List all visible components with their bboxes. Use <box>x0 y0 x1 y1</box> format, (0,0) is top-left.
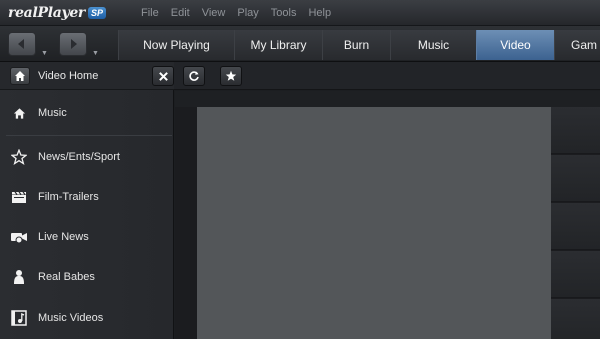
music-video-icon <box>10 309 28 327</box>
refresh-button[interactable] <box>183 66 205 86</box>
forward-button[interactable] <box>59 32 87 56</box>
logo-text: realPlayer <box>8 5 86 21</box>
menu-play[interactable]: Play <box>237 7 258 19</box>
sidebar-item-label: Live News <box>38 231 89 243</box>
sidebar-item-label: Film-Trailers <box>38 191 99 203</box>
logo-badge: SP <box>88 7 107 19</box>
sidebar-item-music[interactable]: Music <box>0 93 174 133</box>
menu-tools[interactable]: Tools <box>271 7 297 19</box>
tab-my-library[interactable]: My Library <box>234 30 322 60</box>
content-top-strip <box>175 91 600 107</box>
home-icon <box>10 104 28 122</box>
sidebar-item-label: Music <box>38 107 67 119</box>
sidebar-item-label: News/Ents/Sport <box>38 151 120 163</box>
clapperboard-icon <box>10 188 28 206</box>
video-home-row[interactable]: Video Home <box>0 62 174 90</box>
forward-arrow-icon <box>71 39 77 49</box>
sidebar-item-film-trailers[interactable]: Film-Trailers <box>0 177 174 217</box>
sidebar-item-label: Real Babes <box>38 271 95 283</box>
star-icon <box>225 70 237 81</box>
list-item[interactable] <box>551 299 600 339</box>
menu-edit[interactable]: Edit <box>171 7 190 19</box>
tab-now-playing[interactable]: Now Playing <box>118 30 234 60</box>
sidebar-item-music-videos[interactable]: Music Videos <box>0 298 174 338</box>
list-item[interactable] <box>551 251 600 298</box>
list-item[interactable] <box>551 203 600 250</box>
close-button[interactable] <box>152 66 174 86</box>
favorite-button[interactable] <box>220 66 242 86</box>
content-area <box>175 91 600 339</box>
back-button[interactable] <box>8 32 36 56</box>
camera-icon <box>10 228 28 246</box>
star-icon <box>10 148 28 166</box>
tab-games[interactable]: Gam <box>554 30 600 60</box>
main-menu: File Edit View Play Tools Help <box>141 7 343 19</box>
nav-row: ▼ ▼ Now Playing My Library Burn Music Vi… <box>0 26 600 62</box>
home-icon <box>15 70 25 81</box>
forward-dropdown-icon[interactable]: ▼ <box>92 50 99 57</box>
sidebar-item-news-ents-sport[interactable]: News/Ents/Sport <box>0 137 174 177</box>
person-icon <box>10 268 28 286</box>
tab-music[interactable]: Music <box>390 30 476 60</box>
list-item[interactable] <box>551 107 600 154</box>
video-home-label: Video Home <box>38 69 99 82</box>
tab-burn[interactable]: Burn <box>322 30 390 60</box>
app-logo: realPlayer SP <box>8 3 107 23</box>
video-panel[interactable] <box>197 107 551 339</box>
menu-file[interactable]: File <box>141 7 159 19</box>
tab-bar: Now Playing My Library Burn Music Video … <box>118 30 600 60</box>
list-item[interactable] <box>551 155 600 202</box>
side-list <box>551 107 600 339</box>
sidebar-item-real-babes[interactable]: Real Babes <box>0 257 174 297</box>
refresh-icon <box>189 71 199 81</box>
sidebar-item-label: Music Videos <box>38 312 104 324</box>
sidebar-item-live-news[interactable]: Live News <box>0 217 174 257</box>
tab-video[interactable]: Video <box>476 30 554 60</box>
menu-view[interactable]: View <box>202 7 226 19</box>
sidebar-divider <box>6 135 172 136</box>
menu-bar: realPlayer SP File Edit View Play Tools … <box>0 0 600 26</box>
back-arrow-icon <box>18 39 24 49</box>
home-button[interactable] <box>10 66 30 85</box>
close-icon <box>158 71 168 81</box>
menu-help[interactable]: Help <box>308 7 331 19</box>
sidebar: Video Home Music News/Ents/Sport Film-Tr… <box>0 62 174 339</box>
back-dropdown-icon[interactable]: ▼ <box>41 50 48 57</box>
